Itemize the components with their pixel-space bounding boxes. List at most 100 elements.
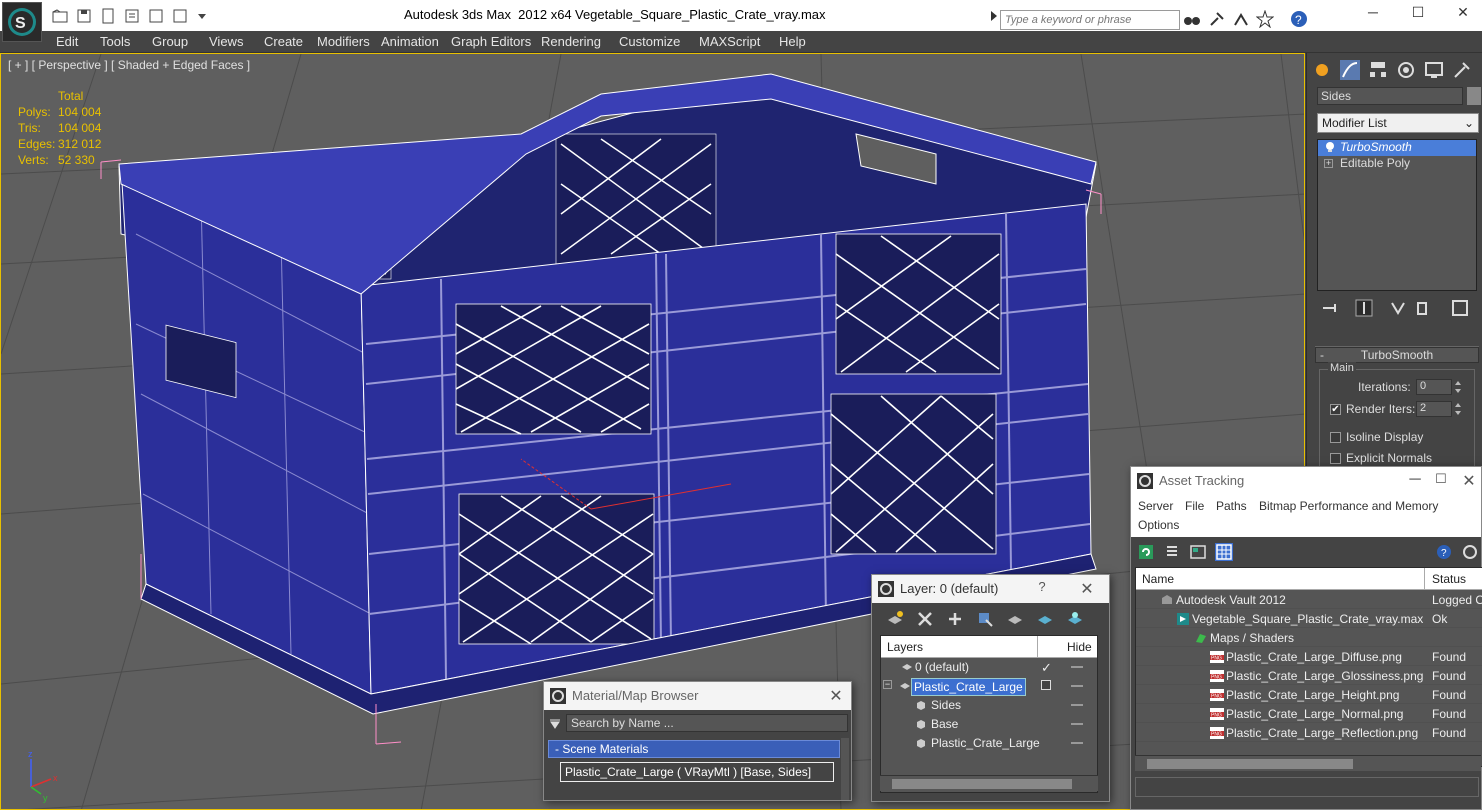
communication-center-icon[interactable] <box>1208 10 1226 28</box>
app-logo-icon[interactable]: S <box>2 2 42 42</box>
stack-item-turbosmooth[interactable]: TurboSmooth <box>1318 140 1476 156</box>
table-row[interactable]: PNG Plastic_Crate_Large_Height.png Found <box>1136 685 1482 704</box>
menu-tools[interactable]: Tools <box>100 34 130 49</box>
table-row[interactable]: Vegetable_Square_Plastic_Crate_vray.max … <box>1136 609 1482 628</box>
help-icon[interactable]: ? <box>1435 543 1453 561</box>
modifier-list-dropdown[interactable]: Modifier List ⌄ <box>1317 113 1479 133</box>
render-iters-spinner[interactable]: 2 <box>1416 401 1452 417</box>
make-unique-icon[interactable] <box>1389 299 1409 317</box>
collapse-icon[interactable]: - <box>1320 348 1324 362</box>
menu-help[interactable]: Help <box>779 34 806 49</box>
menu-rendering[interactable]: Rendering <box>541 34 601 49</box>
redo-icon[interactable] <box>172 8 190 24</box>
hide-all-icon[interactable] <box>1036 610 1056 630</box>
new-icon[interactable] <box>100 8 118 24</box>
refresh-icon[interactable] <box>1137 543 1155 561</box>
object-color-swatch[interactable] <box>1467 87 1481 105</box>
quick-access-dropdown-icon[interactable] <box>194 8 212 24</box>
save-icon[interactable] <box>76 8 94 24</box>
settings-icon[interactable] <box>1461 543 1479 561</box>
col-name[interactable]: Name <box>1142 572 1174 586</box>
spinner-arrows-icon[interactable] <box>1454 379 1462 395</box>
lightbulb-icon[interactable] <box>1324 141 1336 153</box>
open-icon[interactable] <box>52 8 70 24</box>
hide-toggle[interactable] <box>1071 666 1083 668</box>
menu-file[interactable]: File <box>1185 499 1204 513</box>
menu-paths[interactable]: Paths <box>1216 499 1247 513</box>
col-layers[interactable]: Layers <box>887 640 923 654</box>
hide-toggle[interactable] <box>1071 685 1083 687</box>
create-layer-icon[interactable] <box>886 610 906 630</box>
pin-stack-icon[interactable] <box>1321 299 1341 317</box>
configure-modifier-sets-icon[interactable] <box>1451 299 1471 317</box>
object-name-field[interactable]: Sides <box>1317 87 1463 105</box>
menu-graph-editors[interactable]: Graph Editors <box>451 34 531 49</box>
menu-views[interactable]: Views <box>209 34 243 49</box>
col-hide[interactable]: Hide <box>1067 640 1092 654</box>
undo-icon[interactable] <box>148 8 166 24</box>
close-button[interactable]: ✕ <box>1448 4 1478 26</box>
collapse-icon[interactable]: − <box>883 680 892 689</box>
menu-bitmap-performance[interactable]: Bitmap Performance and Memory <box>1259 499 1438 513</box>
table-row[interactable]: PNG Plastic_Crate_Large_Diffuse.png Foun… <box>1136 647 1482 666</box>
layer-row[interactable]: Plastic_Crate_Large <box>881 734 1097 753</box>
close-button[interactable]: ✕ <box>1075 579 1099 599</box>
hide-toggle[interactable] <box>1071 742 1083 744</box>
layer-row[interactable]: Sides <box>881 696 1097 715</box>
help-icon[interactable]: ? <box>1290 10 1308 28</box>
menu-edit[interactable]: Edit <box>56 34 78 49</box>
add-to-layer-icon[interactable] <box>946 610 966 630</box>
highlight-layer-icon[interactable] <box>1006 610 1026 630</box>
rollout-header[interactable]: - TurboSmooth <box>1315 347 1479 363</box>
path-field[interactable] <box>1135 777 1479 797</box>
favorites-icon[interactable] <box>1232 10 1250 28</box>
delete-layer-icon[interactable] <box>916 610 936 630</box>
maximize-button[interactable]: ☐ <box>1429 471 1453 491</box>
table-row[interactable]: PNG Plastic_Crate_Large_Normal.png Found <box>1136 704 1482 723</box>
horizontal-scrollbar[interactable] <box>1135 755 1481 771</box>
layer-row[interactable]: − Plastic_Crate_Large <box>881 677 1097 696</box>
search-input[interactable]: Type a keyword or phrase <box>1000 10 1180 30</box>
menu-server[interactable]: Server <box>1138 499 1173 513</box>
create-tab-icon[interactable] <box>1311 59 1335 83</box>
menu-customize[interactable]: Customize <box>619 34 680 49</box>
layer-row[interactable]: Base <box>881 715 1097 734</box>
minimize-button[interactable]: ─ <box>1403 471 1427 491</box>
col-status[interactable]: Status <box>1432 572 1466 586</box>
modify-tab-icon[interactable] <box>1339 59 1363 83</box>
star-icon[interactable] <box>1255 9 1275 29</box>
menu-animation[interactable]: Animation <box>381 34 439 49</box>
binoculars-icon[interactable] <box>1183 10 1201 28</box>
scrollbar-thumb[interactable] <box>892 779 1072 789</box>
grid-view-icon[interactable] <box>1215 543 1233 561</box>
scene-materials-group[interactable]: - Scene Materials <box>548 740 840 758</box>
table-row[interactable]: Autodesk Vault 2012 Logged O <box>1136 590 1482 609</box>
layer-row[interactable]: 0 (default) ✓ <box>881 658 1097 677</box>
layer-dialog-titlebar[interactable]: Layer: 0 (default) <box>872 575 1109 603</box>
menu-create[interactable]: Create <box>264 34 303 49</box>
display-tab-icon[interactable] <box>1423 59 1447 83</box>
material-search-input[interactable]: Search by Name ... <box>566 714 848 732</box>
table-row[interactable]: PNG Plastic_Crate_Large_Glossiness.png F… <box>1136 666 1482 685</box>
menu-modifiers[interactable]: Modifiers <box>317 34 370 49</box>
expand-icon[interactable]: + <box>1324 159 1333 168</box>
table-view-icon[interactable] <box>1189 543 1207 561</box>
iterations-spinner[interactable]: 0 <box>1416 379 1452 395</box>
explicit-normals-checkbox[interactable] <box>1330 453 1341 464</box>
vertical-scrollbar[interactable] <box>841 738 849 800</box>
show-end-result-icon[interactable] <box>1355 299 1375 317</box>
select-objects-icon[interactable] <box>976 610 996 630</box>
stack-item-editable-poly[interactable]: + Editable Poly <box>1318 156 1476 172</box>
current-layer-check-icon[interactable]: ✓ <box>1039 659 1054 677</box>
close-button[interactable]: ✕ <box>824 686 848 706</box>
table-row[interactable]: Maps / Shaders <box>1136 628 1482 647</box>
hierarchy-tab-icon[interactable] <box>1367 59 1391 83</box>
isoline-display-checkbox[interactable] <box>1330 432 1341 443</box>
options-dropdown-icon[interactable] <box>550 718 560 729</box>
remove-modifier-icon[interactable] <box>1413 299 1433 317</box>
set-current-icon[interactable] <box>1041 680 1051 690</box>
material-browser-titlebar[interactable]: Material/Map Browser <box>544 682 851 710</box>
material-item[interactable]: Plastic_Crate_Large ( VRayMtl ) [Base, S… <box>560 762 834 782</box>
spinner-arrows-icon[interactable] <box>1454 401 1462 417</box>
hide-toggle[interactable] <box>1071 723 1083 725</box>
